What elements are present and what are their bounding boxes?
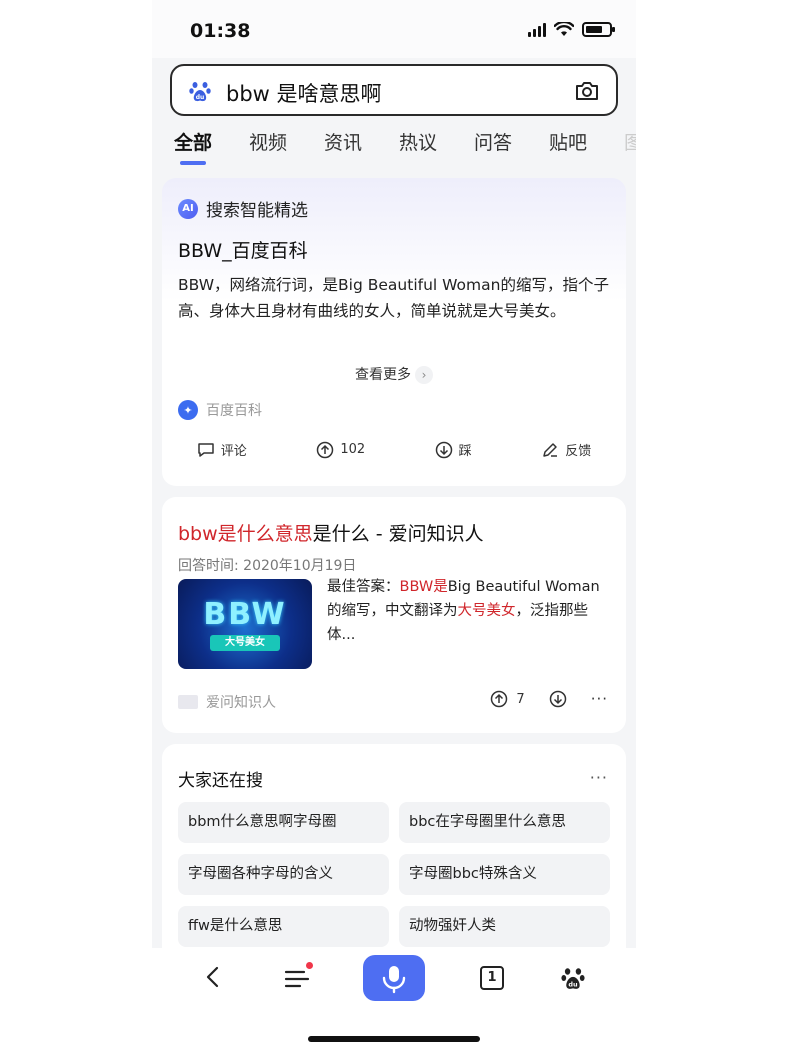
arrow-down-circle-icon	[435, 441, 452, 458]
baidu-paw-icon: du	[189, 82, 211, 102]
related-chip[interactable]: 动物强奸人类	[399, 906, 610, 947]
source-name: 百度百科	[206, 403, 262, 419]
bottom-nav: 1 du	[152, 948, 636, 1051]
tab-discussion[interactable]: 热议	[399, 128, 474, 168]
feedback-label: 反馈	[565, 444, 592, 459]
result-title-highlight: bbw是什么意思	[178, 523, 313, 545]
search-tabs: 全部 视频 资讯 热议 问答 贴吧 图	[174, 128, 636, 168]
ai-header: AI 搜索智能精选	[178, 196, 308, 221]
see-more-label: 查看更多	[355, 367, 411, 383]
battery-icon	[582, 22, 615, 37]
ai-card-title[interactable]: BBW_百度百科	[178, 236, 308, 263]
camera-icon[interactable]	[574, 79, 600, 103]
ai-card-actions: 评论 102 踩 反馈	[162, 440, 626, 459]
comment-button[interactable]: 评论	[197, 440, 247, 459]
signal-icon	[528, 22, 546, 37]
upvote-count: 102	[340, 442, 366, 457]
svg-text:du: du	[568, 981, 578, 989]
result-source-name: 爱问知识人	[206, 695, 276, 711]
downvote-button[interactable]: 踩	[435, 440, 472, 459]
downvote-label: 踩	[458, 444, 472, 459]
ai-card-source[interactable]: ✦ 百度百科	[178, 400, 262, 420]
thumbnail-text: BBW	[203, 597, 287, 632]
svg-text:du: du	[196, 94, 205, 101]
result-title[interactable]: bbw是什么意思是什么 - 爱问知识人	[178, 519, 484, 546]
related-chip[interactable]: 字母圈各种字母的含义	[178, 854, 389, 895]
result-source[interactable]: 爱问知识人	[178, 692, 276, 712]
tab-news[interactable]: 资讯	[324, 128, 399, 168]
result-upvote-button[interactable]: 7	[490, 690, 525, 708]
search-query[interactable]: bbw 是啥意思啊	[226, 78, 382, 108]
snippet-highlight-1: BBW是	[399, 579, 448, 595]
snippet-highlight-2: 大号美女	[457, 603, 516, 619]
snippet-prefix: 最佳答案：	[327, 579, 400, 595]
tab-tieba[interactable]: 贴吧	[549, 128, 624, 168]
status-time: 01:38	[190, 20, 251, 42]
ai-badge-icon: AI	[178, 198, 198, 219]
microphone-icon	[382, 966, 406, 994]
tab-images[interactable]: 图	[624, 128, 636, 168]
related-chip[interactable]: bbm什么意思啊字母圈	[178, 802, 389, 843]
search-result-card[interactable]: bbw是什么意思是什么 - 爱问知识人 回答时间: 2020年10月19日 BB…	[162, 497, 626, 733]
related-searches-card: 大家还在搜 ··· bbm什么意思啊字母圈 bbc在字母圈里什么意思 字母圈各种…	[162, 744, 626, 974]
wifi-icon	[554, 22, 574, 36]
menu-icon[interactable]	[284, 968, 310, 990]
related-title: 大家还在搜	[178, 771, 263, 791]
result-title-rest: 是什么 - 爱问知识人	[312, 523, 484, 545]
pen-icon	[543, 442, 558, 457]
baidu-home-icon[interactable]: du	[560, 965, 586, 991]
answer-date: 回答时间: 2020年10月19日	[178, 558, 357, 574]
chevron-right-icon: ›	[415, 366, 433, 384]
tab-all[interactable]: 全部	[174, 128, 249, 168]
back-icon[interactable]	[202, 966, 224, 988]
more-options-icon[interactable]: ···	[590, 768, 608, 787]
arrow-up-circle-icon	[491, 690, 508, 708]
related-chip[interactable]: ffw是什么意思	[178, 906, 389, 947]
thumbnail-subtext: 大号美女	[210, 635, 280, 651]
phone-screen: 01:38 du bbw 是啥意思啊 全部 视频 资讯 热议 问答 贴吧 图 A…	[152, 0, 636, 1051]
related-chip[interactable]: 字母圈bbc特殊含义	[399, 854, 610, 895]
result-upvote-count: 7	[516, 691, 525, 707]
ai-label: 搜索智能精选	[206, 201, 308, 221]
result-snippet: 最佳答案：BBW是Big Beautiful Woman的缩写，中文翻译为大号美…	[327, 575, 612, 647]
status-bar: 01:38	[152, 0, 636, 58]
see-more-button[interactable]: 查看更多 ›	[162, 364, 626, 384]
notification-dot	[306, 962, 313, 969]
tabs-count-button[interactable]: 1	[480, 966, 504, 990]
ai-summary-card[interactable]: AI 搜索智能精选 BBW_百度百科 BBW，网络流行词，是Big Beauti…	[162, 178, 626, 486]
baike-logo-icon: ✦	[178, 400, 198, 420]
iask-logo-icon	[178, 695, 198, 709]
home-indicator	[308, 1036, 480, 1042]
ai-card-body: BBW，网络流行词，是Big Beautiful Woman的缩写，指个子高、身…	[178, 276, 609, 320]
result-thumbnail[interactable]: BBW 大号美女	[178, 579, 312, 669]
feedback-button[interactable]: 反馈	[541, 440, 591, 459]
tab-qa[interactable]: 问答	[474, 128, 549, 168]
voice-search-button[interactable]	[363, 955, 425, 1001]
related-chip[interactable]: bbc在字母圈里什么意思	[399, 802, 610, 843]
arrow-down-circle-icon[interactable]	[549, 690, 567, 708]
comment-label: 评论	[220, 444, 247, 459]
comment-icon	[198, 442, 214, 457]
related-chips: bbm什么意思啊字母圈 bbc在字母圈里什么意思 字母圈各种字母的含义 字母圈b…	[178, 802, 610, 947]
search-bar[interactable]: du bbw 是啥意思啊	[170, 64, 618, 116]
upvote-button[interactable]: 102	[316, 440, 365, 459]
more-options-icon[interactable]: ···	[591, 690, 608, 708]
arrow-up-circle-icon	[317, 441, 334, 458]
status-icons	[528, 22, 615, 37]
tab-video[interactable]: 视频	[249, 128, 324, 168]
result-actions: 7 ···	[490, 690, 608, 708]
